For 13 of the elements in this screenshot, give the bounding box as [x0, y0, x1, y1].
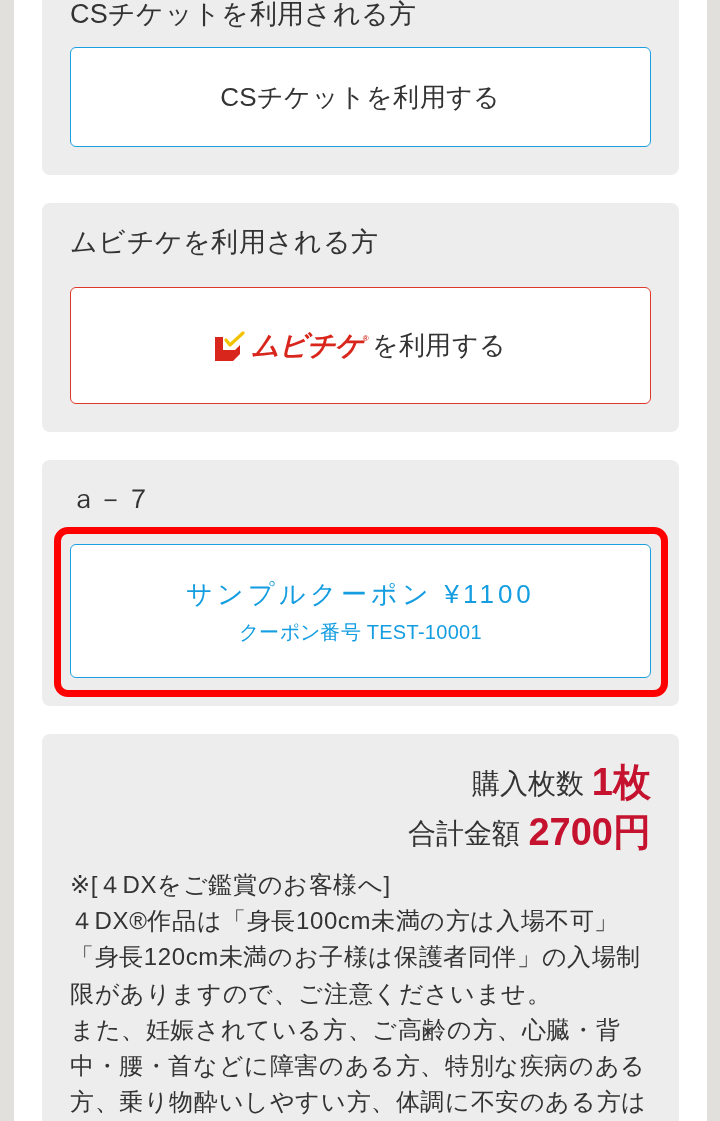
- logo-check-icon: [214, 330, 245, 361]
- cs-ticket-button[interactable]: CSチケットを利用する: [70, 47, 651, 147]
- summary-label: 合計金額: [408, 817, 521, 851]
- section-title: CSチケットを利用される方: [70, 0, 418, 28]
- summary-label: 購入枚数: [471, 767, 584, 801]
- notice-text: ※[４DXをご鑑賞のお客様へ]: [70, 870, 392, 900]
- summary-value: 2700円: [528, 810, 651, 854]
- movie-ticket-button[interactable]: ムビチケ$^{®}$を利用する: [70, 287, 651, 404]
- notice-text: ４DX®作品は「身長100cm未満の方は入場不可」「身長120cm未満のお子様は保護者同伴」の入場制限がありますので、ご注意くださいませ。: [70, 906, 643, 1009]
- section-title: ａ－７: [70, 485, 153, 513]
- section-title: ムビチケを利用される方: [70, 228, 380, 256]
- notice-text: また、妊娠されている方、ご高齢の方、心臓・背中・腰・首などに障害のある方、特別な疾病のある方、乗り物酔いしやすい方、体調に不安のある方は: [70, 1014, 648, 1118]
- summary-value: 1枚: [591, 760, 651, 804]
